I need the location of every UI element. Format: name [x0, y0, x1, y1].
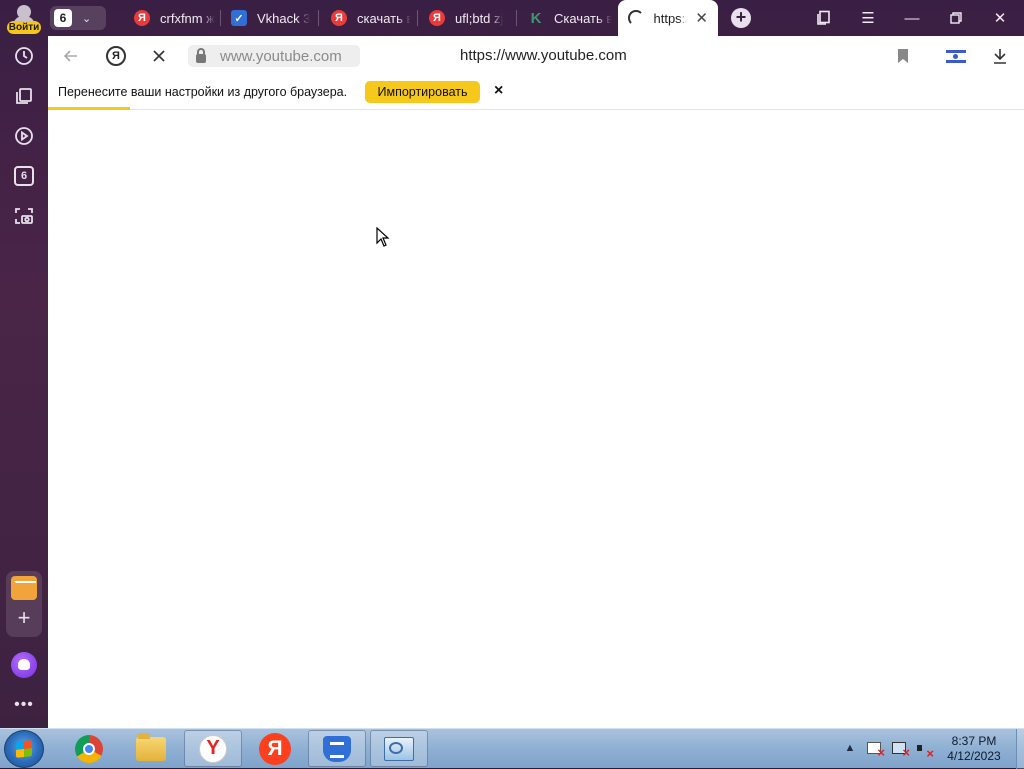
windows-start-button[interactable] [4, 730, 44, 768]
lock-icon [196, 47, 206, 63]
explorer-taskbar-button[interactable] [122, 730, 180, 767]
collections-icon[interactable] [10, 82, 38, 110]
yandex-icon: Я [429, 10, 445, 26]
alice-icon[interactable] [11, 652, 37, 678]
browser-window: Войти 6 + ••• 6 ⌄ Я crfxfnm ж ✓ Vkhack 3… [0, 0, 1024, 728]
system-clock[interactable]: 8:37 PM 4/12/2023 [938, 734, 1010, 764]
chevron-down-icon: ⌄ [82, 12, 92, 25]
import-infobar: Перенесите ваши настройки из другого бра… [48, 76, 1024, 110]
translate-flag-icon[interactable] [946, 50, 966, 63]
k-icon: K [530, 9, 542, 27]
tray-expand-icon[interactable]: ▲ [840, 737, 860, 759]
site-info-pill[interactable]: www.youtube.com [188, 45, 360, 67]
volume-muted-icon[interactable] [913, 737, 934, 761]
add-panel-icon[interactable]: + [15, 607, 33, 629]
minimize-icon[interactable]: — [900, 6, 924, 30]
url-domain: www.youtube.com [220, 47, 342, 65]
import-button[interactable]: Импортировать [365, 81, 480, 103]
tab-item[interactable]: Я ufl;btd zj [429, 4, 511, 32]
yandex-icon: Я [331, 10, 347, 26]
yandex-icon: Я [106, 46, 126, 66]
history-icon[interactable] [10, 42, 38, 70]
clock-date: 4/12/2023 [947, 749, 1001, 763]
remote-desktop-taskbar-button[interactable] [370, 730, 428, 767]
new-tab-button[interactable]: + [731, 8, 751, 28]
yandex-browser-icon: Y [199, 734, 227, 763]
mouse-cursor-icon [376, 227, 390, 247]
clock-time: 8:37 PM [951, 734, 997, 748]
downloads-icon[interactable] [989, 45, 1011, 67]
tab-item[interactable]: ✓ Vkhack 3 [231, 4, 313, 32]
yandex-taskbar-button[interactable]: Я [246, 730, 304, 767]
tab-strip: 6 ⌄ Я crfxfnm ж ✓ Vkhack 3 Я скачать в Я… [48, 0, 1024, 36]
close-infobar-icon[interactable]: × [494, 82, 503, 100]
yandex-icon: Я [259, 732, 291, 765]
account-button[interactable]: Войти [6, 4, 42, 34]
yandex-home-button[interactable]: Я [105, 45, 127, 67]
windows-taskbar: Y Я ▲ 8:37 PM 4/12/2023 [0, 728, 1024, 769]
bookmarks-panel-icon[interactable] [812, 6, 836, 30]
screenshot-icon[interactable] [10, 202, 38, 230]
shield-icon [323, 735, 351, 762]
restore-icon[interactable] [944, 6, 968, 30]
back-button[interactable] [60, 45, 82, 67]
more-icon[interactable]: ••• [13, 696, 35, 714]
shield-app-taskbar-button[interactable] [308, 730, 366, 767]
infobar-message: Перенесите ваши настройки из другого бра… [58, 85, 348, 99]
tab-item[interactable]: K Скачать в [528, 4, 612, 32]
login-label: Войти [7, 21, 41, 34]
menu-icon[interactable]: ☰ [856, 6, 880, 30]
tab-count-button[interactable]: 6 ⌄ [50, 6, 106, 30]
tab-item[interactable]: Я crfxfnm ж [134, 4, 216, 32]
show-desktop-button[interactable] [1016, 729, 1024, 769]
network-icon[interactable] [889, 737, 910, 760]
tab-active[interactable]: https:/ ✕ [618, 0, 718, 36]
tab-counter-icon[interactable]: 6 [10, 162, 38, 190]
folder-icon [136, 732, 166, 761]
url-input[interactable]: https://www.youtube.com [460, 47, 627, 64]
tab-item[interactable]: Я скачать в [331, 4, 411, 32]
vk-icon: ✓ [231, 10, 247, 26]
remote-desktop-icon [384, 736, 414, 761]
action-center-icon[interactable] [864, 737, 885, 760]
mail-icon[interactable] [11, 576, 37, 600]
video-icon[interactable] [10, 122, 38, 150]
yandex-browser-taskbar-button[interactable]: Y [184, 730, 242, 767]
yandex-icon: Я [134, 10, 150, 26]
browser-sidebar: Войти 6 + ••• [0, 0, 48, 728]
stop-loading-button[interactable] [148, 45, 170, 67]
close-window-icon[interactable]: ✕ [988, 6, 1012, 30]
loading-spinner-icon [628, 10, 644, 26]
chrome-taskbar-button[interactable] [60, 730, 118, 767]
page-content[interactable] [48, 110, 1024, 728]
address-toolbar: Я www.youtube.com https://www.youtube.co… [48, 36, 1024, 76]
close-tab-icon[interactable]: ✕ [695, 9, 708, 27]
panel-group: + [6, 571, 42, 637]
bookmark-icon[interactable] [892, 45, 914, 67]
chrome-icon [75, 734, 103, 763]
